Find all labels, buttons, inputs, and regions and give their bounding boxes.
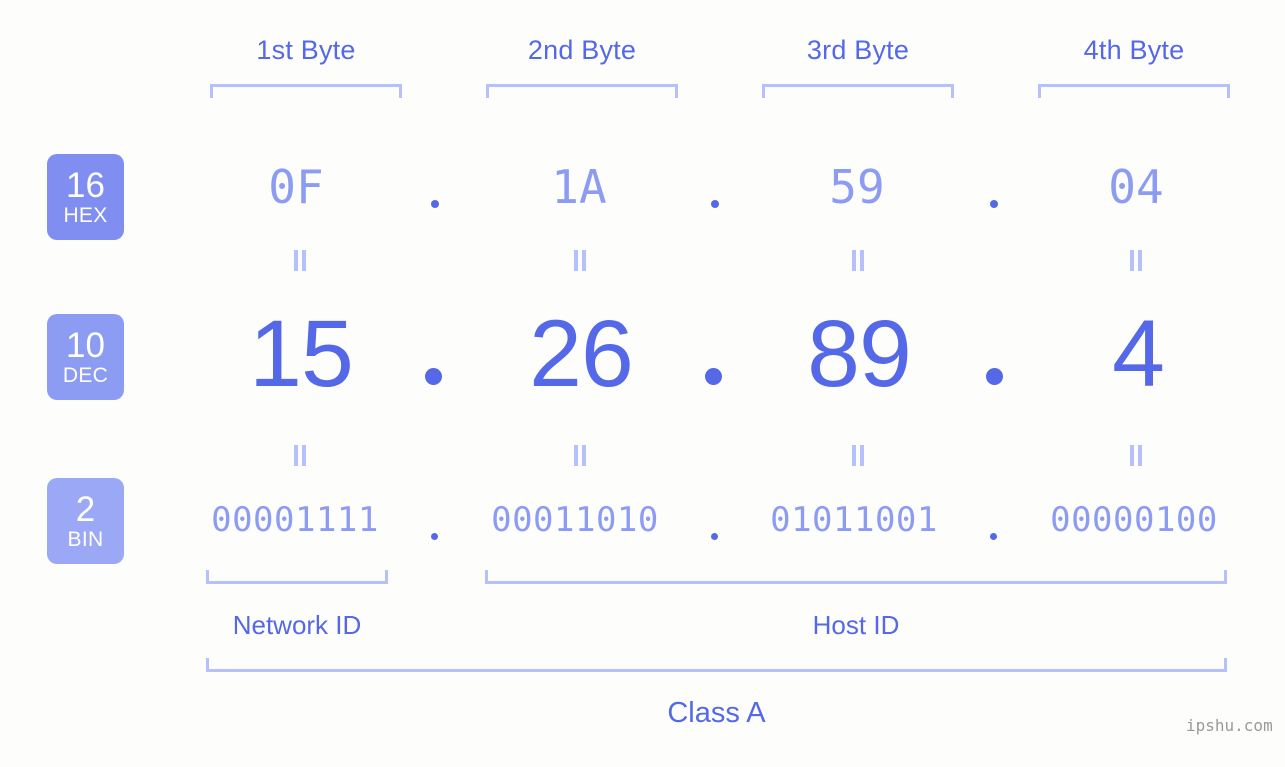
dec-separator-1 — [425, 368, 442, 385]
hex-separator-2 — [711, 200, 719, 208]
base-badge-hex-label: HEX — [63, 204, 108, 227]
dec-value-2: 26 — [529, 301, 634, 407]
hex-value-3: 59 — [829, 160, 885, 214]
host-id-label: Host ID — [812, 610, 900, 640]
bin-value-2: 00011010 — [491, 500, 659, 540]
hex-value-2: 1A — [551, 160, 607, 214]
hex-separator-1 — [431, 200, 439, 208]
byte-header-1: 1st Byte — [256, 35, 356, 65]
class-label: Class A — [667, 697, 766, 729]
equals-mark-hex-dec-2 — [573, 250, 588, 271]
base-badge-hex: 16 HEX — [47, 154, 124, 240]
network-id-bracket — [206, 570, 388, 584]
equals-mark-hex-dec-3 — [851, 250, 866, 271]
base-badge-dec-label: DEC — [62, 364, 109, 387]
equals-mark-hex-dec-4 — [1129, 250, 1144, 271]
hex-value-4: 04 — [1108, 160, 1164, 214]
network-id-label: Network ID — [232, 610, 362, 640]
bin-value-4: 00000100 — [1050, 500, 1218, 540]
equals-mark-dec-bin-4 — [1129, 445, 1144, 466]
hex-separator-3 — [990, 200, 998, 208]
equals-mark-dec-bin-1 — [293, 445, 308, 466]
ip-breakdown-diagram: 1st Byte 2nd Byte 3rd Byte 4th Byte 16 H… — [0, 0, 1285, 767]
bin-separator-2 — [711, 533, 718, 540]
bin-separator-1 — [431, 533, 438, 540]
byte-header-3: 3rd Byte — [806, 35, 910, 65]
class-bracket — [206, 658, 1227, 672]
dec-separator-2 — [705, 368, 722, 385]
equals-mark-dec-bin-2 — [573, 445, 588, 466]
byte-bracket-1 — [210, 84, 402, 98]
byte-header-2: 2nd Byte — [527, 35, 637, 65]
dec-value-1: 15 — [249, 301, 354, 407]
base-badge-hex-number: 16 — [66, 166, 105, 205]
bin-separator-3 — [990, 533, 997, 540]
base-badge-bin-number: 2 — [75, 490, 96, 529]
base-badge-dec-number: 10 — [66, 326, 105, 365]
byte-bracket-3 — [762, 84, 954, 98]
watermark: ipshu.com — [1186, 716, 1273, 735]
byte-bracket-2 — [486, 84, 678, 98]
equals-mark-hex-dec-1 — [293, 250, 308, 271]
bin-value-3: 01011001 — [770, 500, 938, 540]
hex-value-1: 0F — [268, 160, 324, 214]
dec-separator-3 — [986, 368, 1003, 385]
dec-value-3: 89 — [807, 301, 912, 407]
equals-mark-dec-bin-3 — [851, 445, 866, 466]
base-badge-dec: 10 DEC — [47, 314, 124, 400]
bin-value-1: 00001111 — [211, 500, 379, 540]
host-id-bracket — [485, 570, 1227, 584]
byte-bracket-4 — [1038, 84, 1230, 98]
dec-value-4: 4 — [1112, 301, 1165, 407]
base-badge-bin-label: BIN — [67, 528, 104, 551]
base-badge-bin: 2 BIN — [47, 478, 124, 564]
byte-header-4: 4th Byte — [1083, 35, 1185, 65]
